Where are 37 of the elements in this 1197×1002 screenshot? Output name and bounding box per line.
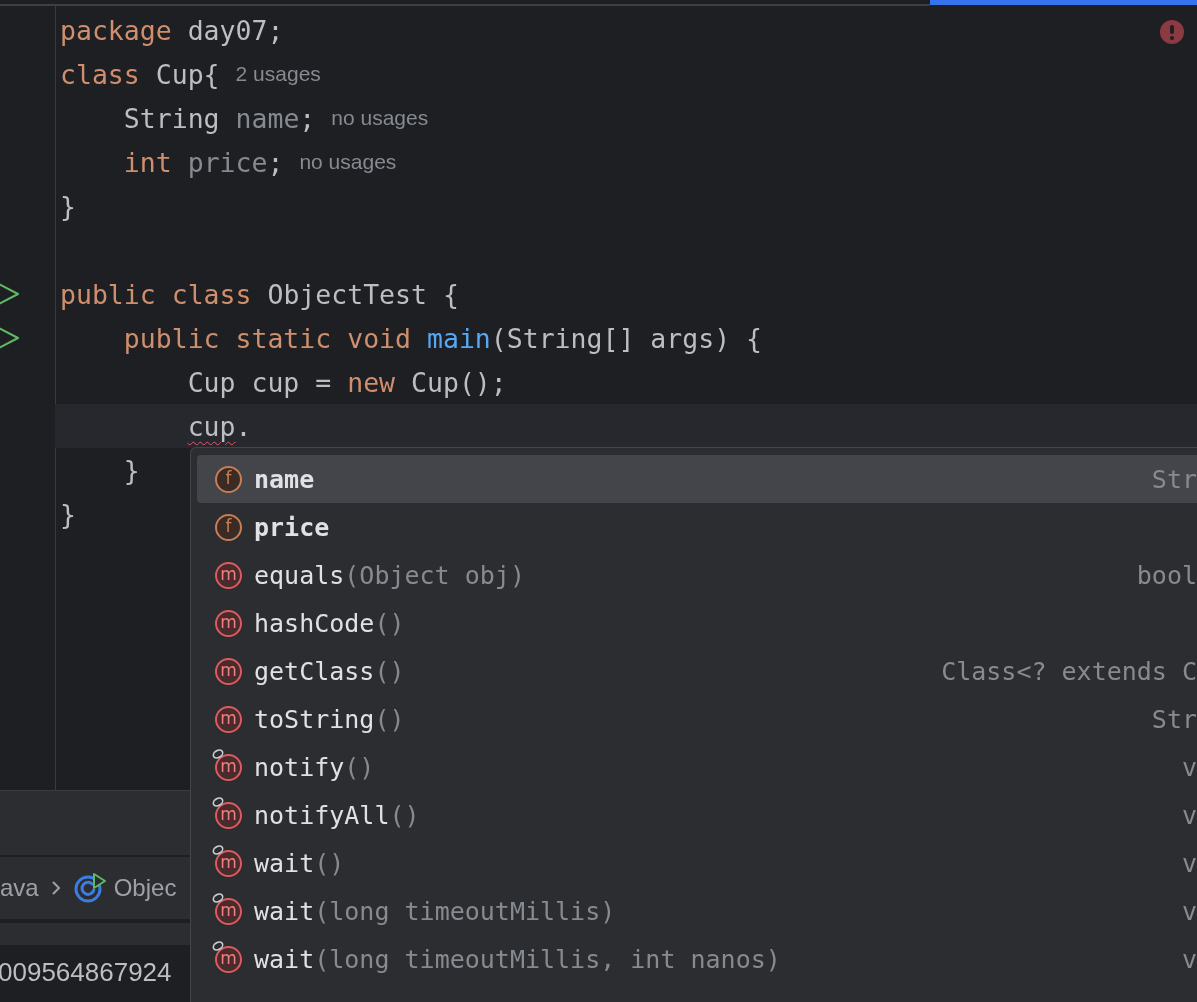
usage-hint[interactable]: 2 usages <box>235 62 321 86</box>
completion-item[interactable]: m wait() v <box>197 839 1197 887</box>
method-icon: m <box>215 657 242 685</box>
completion-item[interactable]: m equals(Object obj) bool <box>197 551 1197 599</box>
completion-item[interactable]: m hashCode() <box>197 599 1197 647</box>
usage-hint[interactable]: no usages <box>331 106 429 130</box>
method-icon: m <box>215 609 242 637</box>
code-line: public static void main(String[] args) { <box>122 322 763 354</box>
class-icon <box>72 872 107 904</box>
field-icon: f <box>215 513 242 541</box>
completion-item[interactable]: m wait(long timeoutMillis) v <box>197 887 1197 935</box>
completion-item[interactable]: f price <box>197 503 1197 551</box>
code-line: public class ObjectTest { <box>60 278 459 310</box>
completion-item[interactable]: f name Str <box>197 455 1197 503</box>
field-icon: f <box>215 465 242 493</box>
code-line: int price; <box>122 146 284 178</box>
code-line: Cup cup = new Cup(); <box>186 366 507 398</box>
run-icon[interactable] <box>0 281 21 307</box>
method-icon: m <box>215 561 242 589</box>
completion-item[interactable]: m getClass() Class<? extends C <box>197 647 1197 695</box>
code-line: } <box>60 498 76 530</box>
code-line: String name; <box>122 102 316 134</box>
run-icon[interactable] <box>0 325 21 351</box>
method-icon: m <box>215 705 242 733</box>
code-line: class Cup{ <box>60 58 220 90</box>
breadcrumb-item[interactable]: ava <box>0 874 39 902</box>
completion-item[interactable]: m wait(long timeoutMillis, int nanos) v <box>197 935 1197 983</box>
code-line: } <box>122 454 140 486</box>
breadcrumb-item[interactable]: Objec <box>113 874 177 902</box>
code-line: cup. <box>186 410 252 442</box>
completion-item[interactable]: m notifyAll() v <box>197 791 1197 839</box>
usage-hint[interactable]: no usages <box>299 150 397 174</box>
code-line: } <box>60 190 76 222</box>
code-line: package day07; <box>60 14 284 46</box>
completion-item[interactable]: m notify() v <box>197 743 1197 791</box>
chevron-icon <box>49 879 62 897</box>
completion-item[interactable]: m toString() Str <box>197 695 1197 743</box>
